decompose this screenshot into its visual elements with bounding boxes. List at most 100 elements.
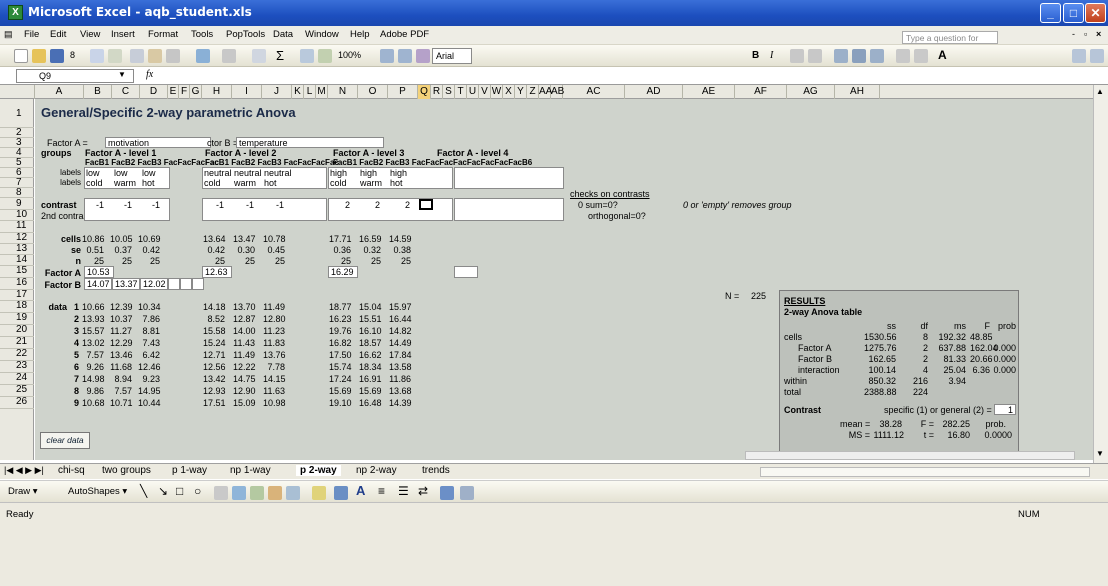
data-cell[interactable]: 8.94	[110, 374, 132, 384]
help-search-input[interactable]: Type a question for help	[902, 31, 998, 53]
data-cell[interactable]: 14.95	[138, 386, 161, 396]
col-header[interactable]: V	[479, 85, 491, 99]
data-cell[interactable]: 14.82	[389, 326, 412, 336]
oval-icon[interactable]: ○	[194, 484, 201, 498]
menu-window[interactable]: Window	[305, 29, 339, 40]
contrast-cell[interactable]: -1	[204, 200, 224, 210]
data-cell[interactable]: 7.57	[82, 350, 104, 360]
label-cell[interactable]: neutral	[264, 168, 292, 178]
data-cell[interactable]: 13.02	[82, 338, 105, 348]
label-cell[interactable]: neutral	[234, 168, 262, 178]
doc-close-button[interactable]: ×	[1096, 29, 1101, 39]
data-cell[interactable]: 11.63	[263, 386, 285, 396]
data-cell[interactable]: 10.71	[110, 398, 133, 408]
data-cell[interactable]: 12.46	[138, 362, 161, 372]
label-cell[interactable]: hot	[264, 178, 277, 188]
tab-p-1-way[interactable]: p 1-way	[172, 465, 207, 476]
factor-b-input[interactable]: temperature	[236, 137, 384, 148]
clear-data-button[interactable]: clear data	[40, 432, 90, 449]
label-cell[interactable]: cold	[86, 178, 103, 188]
paste-icon[interactable]	[148, 49, 162, 63]
col-header[interactable]: AH	[835, 85, 880, 99]
contrast-cell[interactable]: -1	[84, 200, 104, 210]
data-cell[interactable]: 12.93	[203, 386, 226, 396]
data-cell[interactable]: 13.93	[82, 314, 105, 324]
worksheet-grid[interactable]: General/Specific 2-way parametric Anova …	[35, 99, 1093, 460]
label-cell[interactable]: hot	[142, 178, 155, 188]
label-cell[interactable]: high	[390, 168, 407, 178]
col-header[interactable]: F	[179, 85, 190, 99]
data-cell[interactable]: 14.15	[263, 374, 286, 384]
label-cell[interactable]: high	[360, 168, 377, 178]
format-painter-icon[interactable]	[166, 49, 180, 63]
close-button[interactable]: ✕	[1085, 3, 1106, 23]
data-cell[interactable]: 15.97	[389, 302, 412, 312]
label-cell[interactable]: hot	[390, 178, 403, 188]
decimal-increase-icon[interactable]	[896, 49, 910, 63]
col-header[interactable]: O	[358, 85, 388, 99]
contrast-cell[interactable]: 2	[360, 200, 380, 210]
data-cell[interactable]: 10.37	[110, 314, 133, 324]
data-cell[interactable]: 12.39	[110, 302, 133, 312]
decimal-decrease-icon[interactable]	[914, 49, 928, 63]
formula-input[interactable]	[160, 69, 1100, 83]
maximize-button[interactable]: □	[1063, 3, 1084, 23]
tab-p-2-way[interactable]: p 2-way	[296, 465, 341, 476]
data-cell[interactable]: 15.09	[233, 398, 256, 408]
chart-wizard-icon[interactable]	[300, 49, 314, 63]
col-header[interactable]: AA	[539, 85, 552, 99]
data-cell[interactable]: 10.98	[263, 398, 286, 408]
rectangle-icon[interactable]: □	[176, 484, 183, 498]
col-header[interactable]: AF	[735, 85, 787, 99]
toolbar-overflow-icon[interactable]	[1090, 49, 1104, 63]
drawing-icon[interactable]	[318, 49, 332, 63]
data-cell[interactable]: 13.68	[389, 386, 412, 396]
col-header[interactable]: AE	[683, 85, 735, 99]
dash-style-icon[interactable]: ☰	[398, 484, 409, 498]
data-entry-box[interactable]	[454, 300, 564, 412]
data-cell[interactable]: 17.51	[203, 398, 226, 408]
data-cell[interactable]: 9.26	[82, 362, 104, 372]
col-header[interactable]: T	[455, 85, 467, 99]
textbox-icon[interactable]	[214, 486, 228, 500]
label-cell[interactable]: warm	[114, 178, 136, 188]
data-cell[interactable]: 18.57	[359, 338, 382, 348]
grow-font-icon[interactable]	[790, 49, 804, 63]
align-right-icon[interactable]	[870, 49, 884, 63]
horizontal-scrollbar[interactable]	[745, 451, 1075, 460]
align-left-icon[interactable]	[834, 49, 848, 63]
align-center-icon[interactable]	[852, 49, 866, 63]
row-header[interactable]: 26	[0, 397, 34, 409]
data-cell[interactable]: 16.62	[359, 350, 382, 360]
menu-poptools[interactable]: PopTools	[226, 29, 265, 40]
data-cell[interactable]: 12.71	[203, 350, 226, 360]
open-icon[interactable]	[32, 49, 46, 63]
scroll-down-icon[interactable]: ▼	[1096, 449, 1104, 458]
data-cell[interactable]: 13.58	[389, 362, 412, 372]
data-cell[interactable]: 15.69	[329, 386, 352, 396]
data-cell[interactable]: 16.44	[389, 314, 412, 324]
data-cell[interactable]: 15.04	[359, 302, 382, 312]
data-cell[interactable]: 19.10	[329, 398, 352, 408]
new-icon[interactable]	[14, 49, 28, 63]
col-header[interactable]: AD	[625, 85, 683, 99]
3d-icon[interactable]	[460, 486, 474, 500]
contrast-cell[interactable]: 2	[330, 200, 350, 210]
data-cell[interactable]: 15.58	[203, 326, 226, 336]
col-header[interactable]: M	[316, 85, 328, 99]
data-cell[interactable]: 15.51	[359, 314, 382, 324]
data-cell[interactable]: 17.24	[329, 374, 352, 384]
data-cell[interactable]: 16.48	[359, 398, 382, 408]
data-cell[interactable]: 19.76	[329, 326, 352, 336]
poptools-icon-3[interactable]	[416, 49, 430, 63]
shrink-font-icon[interactable]	[808, 49, 822, 63]
col-header[interactable]: J	[262, 85, 292, 99]
cut-icon[interactable]	[130, 49, 144, 63]
font-color-draw-icon[interactable]: A	[356, 483, 365, 498]
name-box[interactable]: Q9	[16, 69, 134, 83]
data-cell[interactable]: 11.68	[110, 362, 132, 372]
col-header[interactable]: A	[35, 85, 84, 99]
line-style-icon[interactable]: ≡	[378, 484, 385, 498]
menu-help[interactable]: Help	[350, 29, 370, 40]
menu-format[interactable]: Format	[148, 29, 178, 40]
